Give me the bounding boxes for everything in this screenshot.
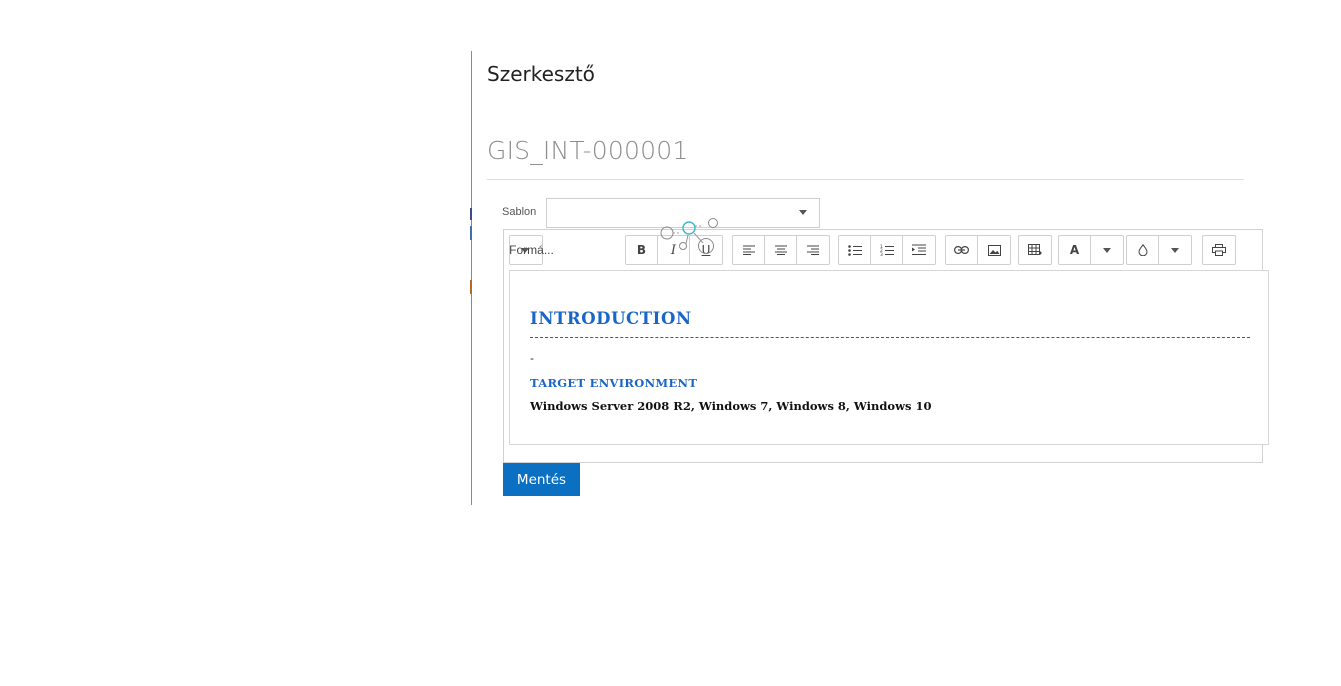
edge-mark	[470, 208, 472, 220]
font-color-group: A	[1058, 235, 1124, 265]
document-id: GIS_INT-000001	[487, 136, 689, 165]
background-color-dropdown[interactable]	[1159, 236, 1191, 264]
insert-group	[945, 235, 1011, 265]
font-color-dropdown[interactable]	[1091, 236, 1123, 264]
droplet-icon	[1137, 244, 1148, 256]
format-dropdown[interactable]: Formá...	[509, 236, 554, 264]
print-button[interactable]	[1203, 236, 1235, 264]
bold-button[interactable]: B	[626, 236, 658, 264]
indent-button[interactable]	[903, 236, 935, 264]
dashed-separator	[530, 337, 1250, 338]
font-color-icon: A	[1069, 243, 1080, 257]
table-icon	[1028, 244, 1042, 255]
link-button[interactable]	[946, 236, 978, 264]
background-color-button[interactable]	[1127, 236, 1159, 264]
align-group	[732, 235, 830, 265]
bullet-list-icon	[847, 244, 862, 256]
numbered-list-button[interactable]: 123	[871, 236, 903, 264]
chevron-down-icon	[1103, 247, 1111, 253]
rich-text-editor: Formá... B I U 123 A INTRODUCTION - TARG…	[503, 229, 1269, 463]
image-icon	[987, 244, 1001, 256]
chevron-down-icon	[521, 248, 529, 253]
editor-content[interactable]: INTRODUCTION - TARGET ENVIRONMENT Window…	[509, 270, 1269, 445]
content-subheading: TARGET ENVIRONMENT	[530, 376, 698, 390]
table-group	[1018, 235, 1052, 265]
content-paragraph: Windows Server 2008 R2, Windows 7, Windo…	[530, 399, 932, 413]
chevron-down-icon	[1171, 247, 1179, 253]
svg-text:3: 3	[880, 252, 883, 256]
print-group	[1202, 235, 1236, 265]
panel-divider	[471, 51, 472, 505]
printer-icon	[1212, 244, 1226, 256]
edge-mark	[470, 226, 472, 240]
divider	[487, 179, 1244, 180]
format-dropdown-label: Formá...	[509, 243, 554, 257]
bold-icon: B	[636, 243, 647, 257]
align-left-icon	[742, 245, 755, 255]
bg-color-group	[1126, 235, 1192, 265]
numbered-list-icon: 123	[880, 244, 894, 256]
template-label: Sablon	[502, 206, 537, 218]
bullet-list-button[interactable]	[839, 236, 871, 264]
loading-spinner-icon	[660, 218, 718, 254]
align-right-icon	[807, 245, 819, 255]
indent-icon	[912, 244, 926, 255]
table-button[interactable]	[1019, 236, 1051, 264]
edge-mark	[470, 280, 472, 294]
chevron-down-icon	[799, 210, 807, 215]
align-center-button[interactable]	[765, 236, 797, 264]
list-group: 123	[838, 235, 936, 265]
align-center-icon	[774, 245, 787, 255]
align-right-button[interactable]	[797, 236, 829, 264]
save-button[interactable]: Mentés	[503, 463, 580, 496]
link-icon	[954, 246, 969, 254]
content-heading: INTRODUCTION	[530, 309, 692, 328]
panel-title: Szerkesztő	[487, 62, 595, 86]
format-group: Formá...	[509, 235, 554, 265]
align-left-button[interactable]	[733, 236, 765, 264]
image-button[interactable]	[978, 236, 1010, 264]
content-dash: -	[530, 351, 534, 365]
font-color-button[interactable]: A	[1059, 236, 1091, 264]
